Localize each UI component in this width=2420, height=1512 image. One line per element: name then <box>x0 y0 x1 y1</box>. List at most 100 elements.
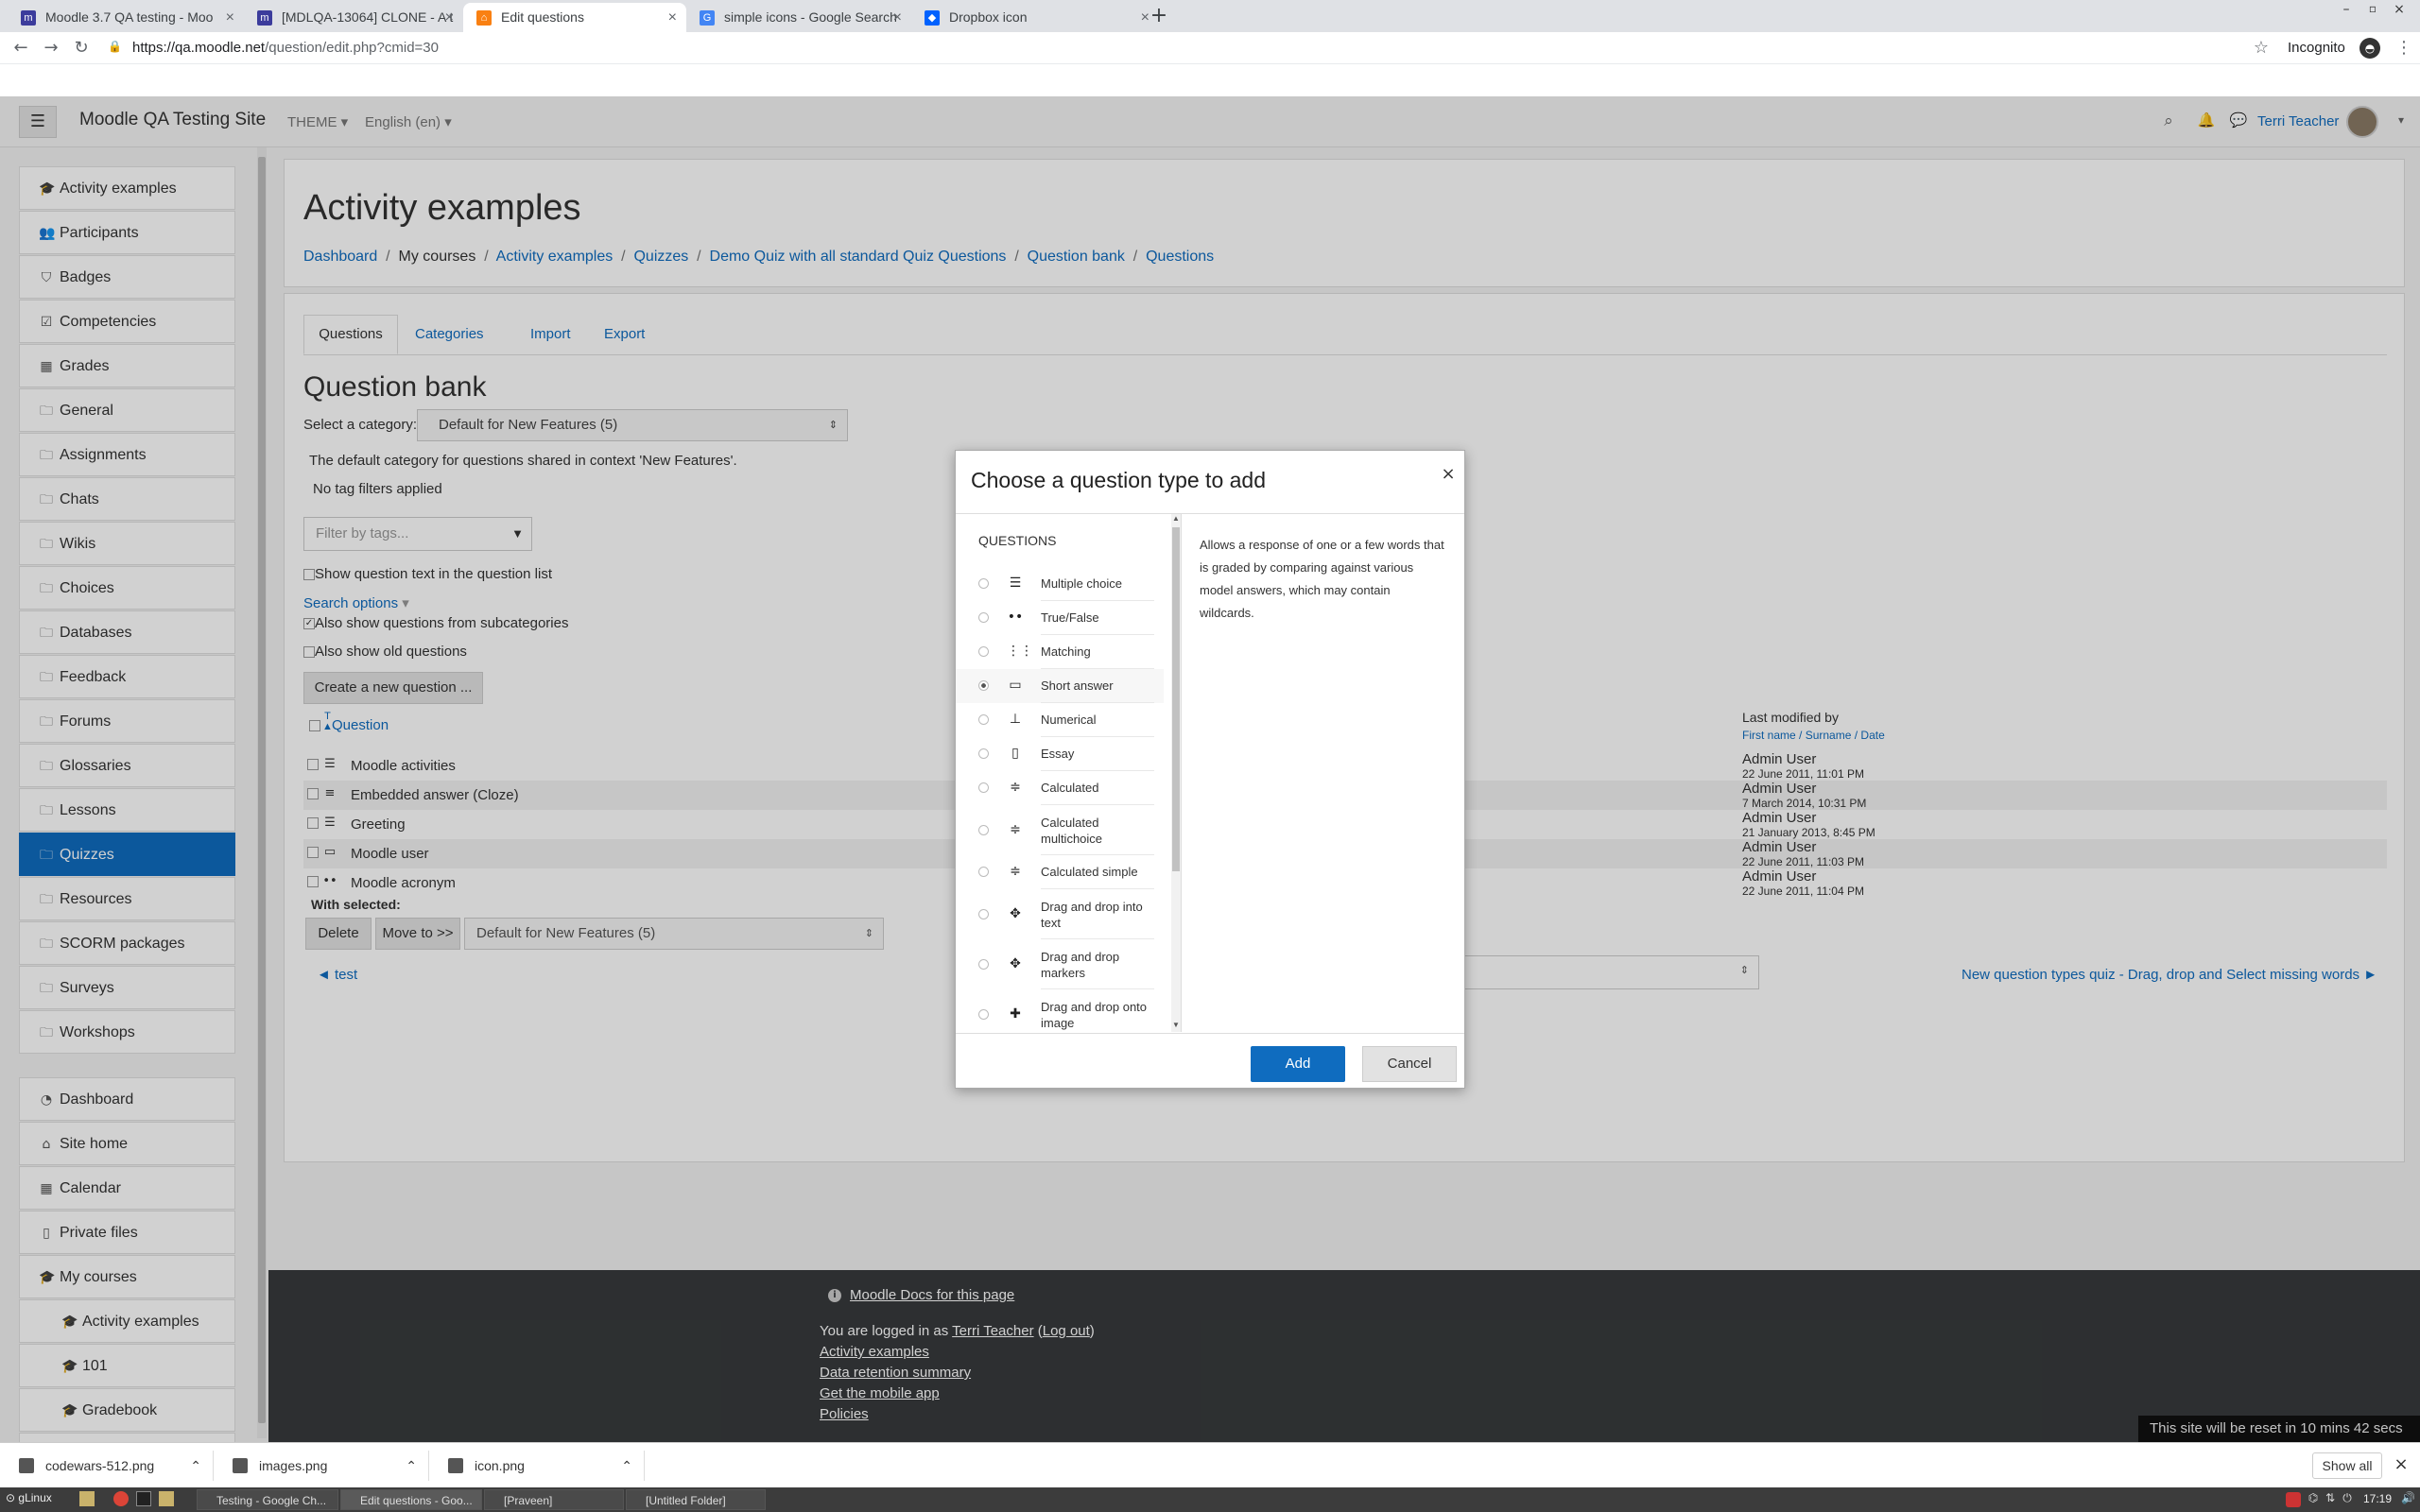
type-radio[interactable] <box>978 1008 989 1020</box>
type-radio[interactable] <box>978 612 989 623</box>
address-bar[interactable]: https://qa.moodle.net/question/edit.php?… <box>132 39 439 58</box>
bluetooth-icon[interactable]: ⌬ <box>2307 1491 2320 1504</box>
close-icon[interactable]: × <box>2394 1454 2409 1474</box>
moodle-icon: m <box>21 10 36 26</box>
glinux-icon: ⊙ <box>6 1491 16 1504</box>
question-type-option[interactable]: ☰ Multiple choice <box>956 567 1164 601</box>
maximize-icon[interactable]: ▫ <box>2365 2 2380 15</box>
question-type-option[interactable]: ✥ Drag and drop into text <box>956 889 1164 939</box>
download-item-3[interactable]: icon.png ⌃ <box>429 1451 645 1481</box>
question-type-option[interactable]: ⋮⋮ Matching <box>956 635 1164 669</box>
close-icon[interactable]: × <box>226 3 234 32</box>
menu-dots-icon[interactable]: ⋮ <box>2395 38 2412 58</box>
chevron-up-icon[interactable]: ⌃ <box>621 1451 632 1481</box>
question-type-option[interactable]: ≑ Calculated simple <box>956 855 1164 889</box>
question-type-option[interactable]: ✥ Drag and drop markers <box>956 939 1164 989</box>
question-type-option[interactable]: ✚ Drag and drop onto image <box>956 989 1164 1032</box>
type-radio[interactable] <box>978 748 989 759</box>
question-type-option[interactable]: ▭ Short answer <box>956 669 1164 703</box>
volume-icon[interactable]: 🔊 <box>2401 1491 2415 1504</box>
add-button[interactable]: Add <box>1251 1046 1345 1082</box>
chevron-up-icon[interactable]: ⌃ <box>406 1451 417 1481</box>
calculated-simple-icon: ≑ <box>1010 864 1021 879</box>
chrome-icon[interactable] <box>113 1491 129 1506</box>
drag-drop-text-icon: ✥ <box>1010 905 1021 921</box>
question-type-option[interactable]: •• True/False <box>956 601 1164 635</box>
question-type-option[interactable]: ⊥ Numerical <box>956 703 1164 737</box>
type-radio[interactable] <box>978 782 989 793</box>
forward-icon[interactable]: → <box>42 38 60 58</box>
type-radio[interactable] <box>978 824 989 835</box>
close-icon[interactable]: × <box>445 3 454 32</box>
list-divider <box>1181 514 1182 1032</box>
power-icon[interactable]: ⏻ <box>2341 1491 2354 1505</box>
browser-tab-1[interactable]: m Moodle 3.7 QA testing - Moo × <box>8 3 244 32</box>
question-type-option[interactable]: ≑ Calculated multichoice <box>956 805 1164 855</box>
incognito-icon[interactable]: ◓ <box>2360 38 2380 59</box>
image-file-icon <box>19 1458 34 1473</box>
google-icon: G <box>700 10 715 26</box>
browser-tab-2[interactable]: m [MDLQA-13064] CLONE - A t × <box>244 3 463 32</box>
type-radio[interactable] <box>978 578 989 589</box>
question-type-option[interactable]: ▯ Essay <box>956 737 1164 771</box>
true-false-icon: •• <box>1007 610 1024 625</box>
new-tab-icon[interactable]: + <box>1148 4 1170 27</box>
star-icon[interactable]: ☆ <box>2252 38 2271 58</box>
show-all-button[interactable]: Show all <box>2312 1452 2382 1479</box>
minimize-icon[interactable]: – <box>2339 2 2354 17</box>
reload-icon[interactable]: ↻ <box>72 38 91 58</box>
type-radio[interactable] <box>978 646 989 657</box>
lock-icon: 🔒 <box>108 40 122 53</box>
os-taskbar: ⊙ gLinux Testing - Google Ch... Edit que… <box>0 1487 2420 1512</box>
back-icon[interactable]: ← <box>11 38 30 58</box>
scroll-down-icon[interactable]: ▼ <box>1172 1021 1180 1029</box>
type-radio[interactable] <box>978 680 989 691</box>
close-icon[interactable]: × <box>1440 464 1457 484</box>
drag-drop-image-icon: ✚ <box>1010 1005 1021 1022</box>
type-radio[interactable] <box>978 908 989 919</box>
scroll-up-icon[interactable]: ▲ <box>1172 514 1180 523</box>
question-type-option[interactable]: ≑ Calculated <box>956 771 1164 805</box>
type-label: Drag and drop into text <box>1041 899 1143 930</box>
tray-icon[interactable] <box>2286 1492 2301 1507</box>
taskbar-item-1[interactable]: Testing - Google Ch... <box>197 1489 338 1510</box>
type-label: Essay <box>1041 747 1075 761</box>
type-label: Drag and drop onto image <box>1041 999 1148 1030</box>
download-item-1[interactable]: codewars-512.png ⌃ <box>0 1451 214 1481</box>
type-label: Short answer <box>1041 679 1114 693</box>
taskbar-item-4[interactable]: [Untitled Folder] <box>626 1489 766 1510</box>
browser-tab-4[interactable]: G simple icons - Google Search × <box>686 3 911 32</box>
terminal-icon[interactable] <box>136 1491 151 1506</box>
multiple-choice-icon: ☰ <box>1009 576 1022 591</box>
tab-label: Moodle 3.7 QA testing - Moo <box>45 9 214 25</box>
folder-icon[interactable] <box>159 1491 174 1506</box>
type-label: Matching <box>1041 644 1091 659</box>
download-item-2[interactable]: images.png ⌃ <box>214 1451 429 1481</box>
image-file-icon <box>233 1458 248 1473</box>
close-icon[interactable]: × <box>668 3 677 32</box>
files-icon[interactable] <box>79 1491 95 1506</box>
download-file-name: images.png <box>259 1458 328 1473</box>
type-label: Multiple choice <box>1041 576 1122 591</box>
network-icon[interactable]: ⇅ <box>2324 1491 2337 1504</box>
type-label: Calculated multichoice <box>1041 815 1103 846</box>
type-label: True/False <box>1041 610 1099 625</box>
essay-icon: ▯ <box>1011 746 1019 761</box>
window-close-icon[interactable]: × <box>2392 2 2407 17</box>
taskbar-item-3[interactable]: [Praveen] <box>484 1489 624 1510</box>
cancel-button[interactable]: Cancel <box>1362 1046 1457 1082</box>
browser-tab-3[interactable]: ⌂ Edit questions × <box>463 3 686 32</box>
tab-label: Edit questions <box>501 9 584 25</box>
browser-tab-5[interactable]: ◆ Dropbox icon × <box>911 3 1159 32</box>
type-radio[interactable] <box>978 867 989 877</box>
type-list-scrollbar[interactable]: ▲ ▼ <box>1171 514 1181 1032</box>
type-label: Calculated <box>1041 781 1099 795</box>
close-icon[interactable]: × <box>893 3 902 32</box>
start-label: gLinux <box>18 1491 52 1504</box>
download-file-name: codewars-512.png <box>45 1458 155 1473</box>
type-radio[interactable] <box>978 714 989 725</box>
type-radio[interactable] <box>978 958 989 970</box>
taskbar-item-2[interactable]: Edit questions - Goo... <box>340 1489 482 1510</box>
chevron-up-icon[interactable]: ⌃ <box>190 1451 201 1481</box>
start-menu[interactable]: ⊙ gLinux <box>6 1491 52 1504</box>
